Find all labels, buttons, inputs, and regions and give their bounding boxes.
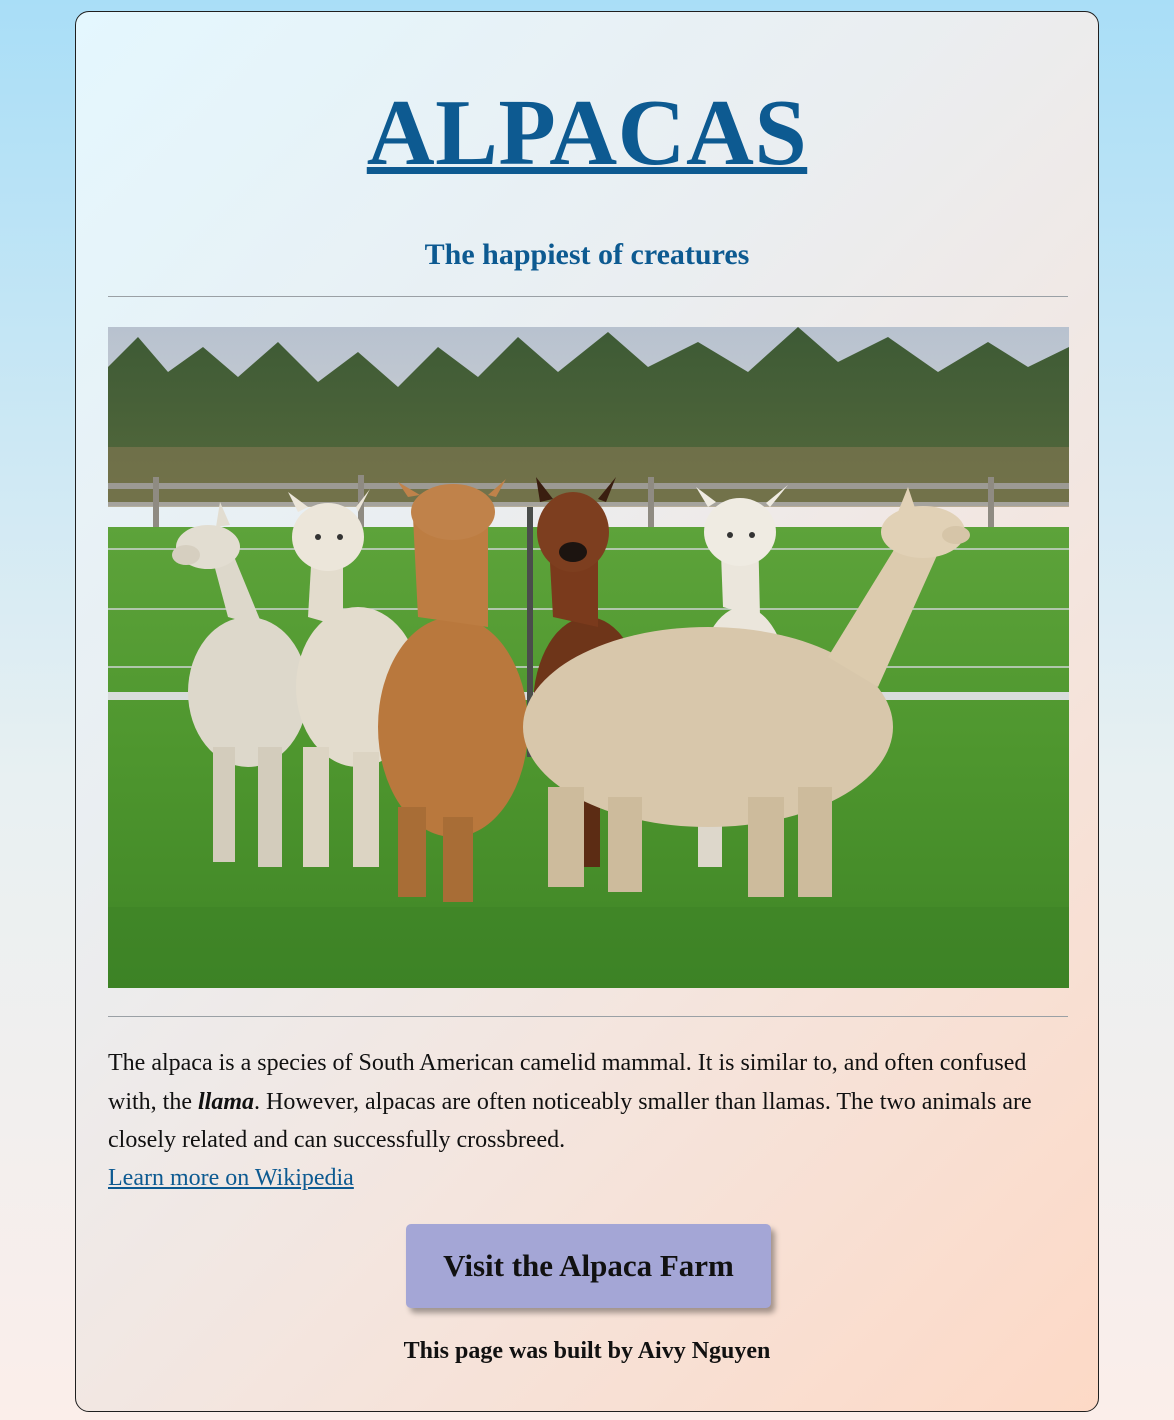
visit-farm-button[interactable]: Visit the Alpaca Farm [406,1224,771,1308]
description-paragraph: The alpaca is a species of South America… [108,1044,1068,1160]
alpaca-photo [108,327,1069,988]
page: ALPACAS The happiest of creatures The al… [0,0,1174,1420]
footer-credit: This page was built by Aivy Nguyen [403,1338,771,1364]
divider-top [108,296,1068,297]
divider-bottom [108,1016,1068,1017]
llama-emphasis: llama [198,1088,255,1115]
page-title: ALPACAS [366,81,808,185]
content-card: ALPACAS The happiest of creatures The al… [75,11,1099,1412]
page-subtitle: The happiest of creatures [424,238,750,271]
wikipedia-link[interactable]: Learn more on Wikipedia [108,1159,354,1197]
